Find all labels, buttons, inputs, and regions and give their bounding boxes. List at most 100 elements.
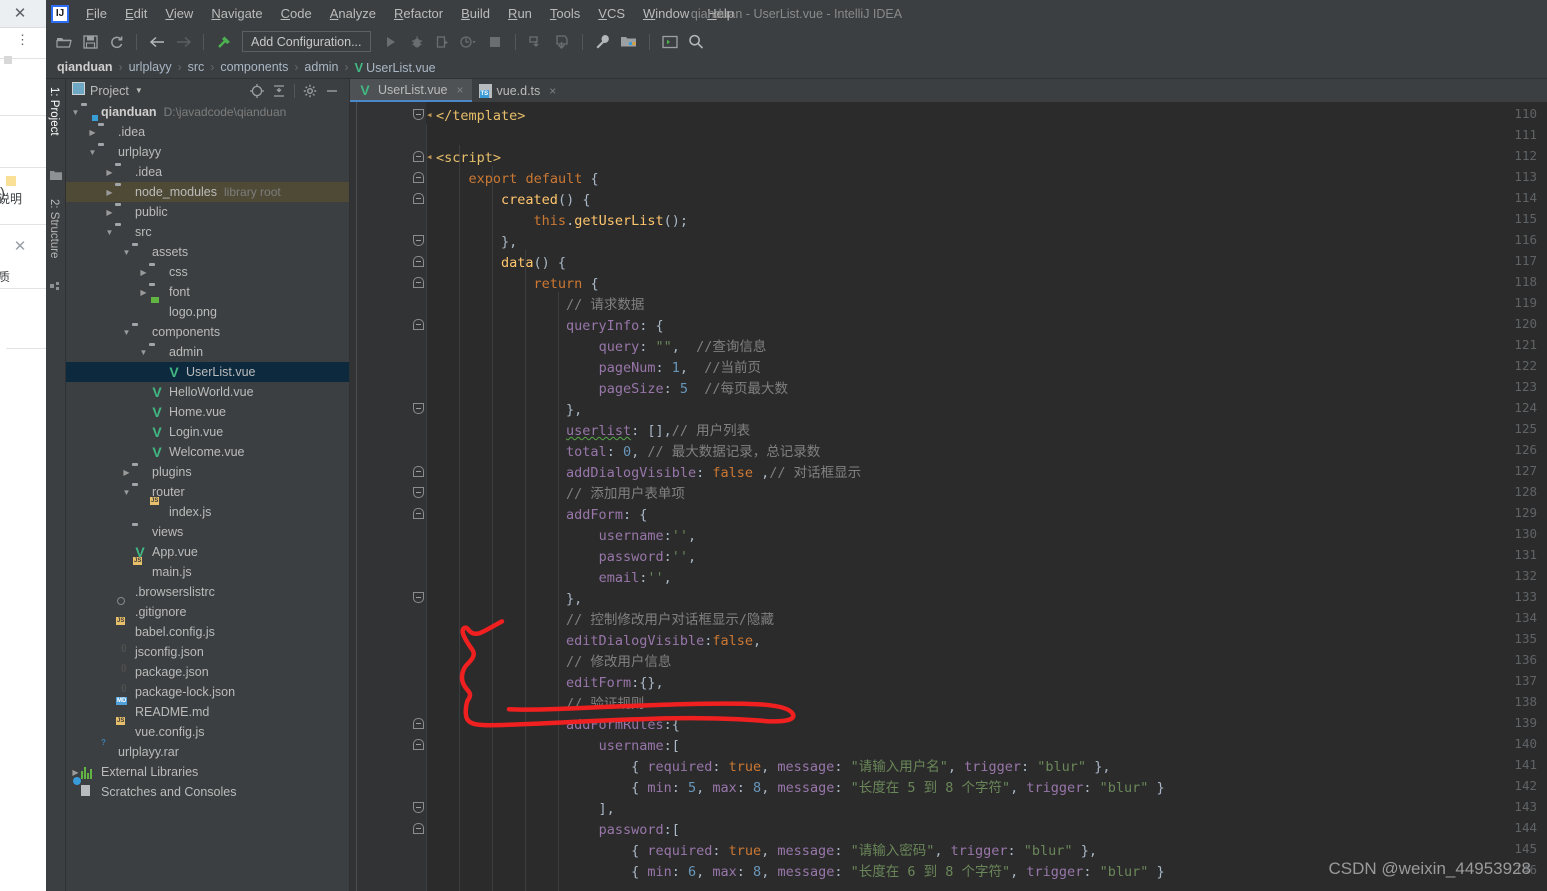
menu-item-refactor[interactable]: Refactor bbox=[385, 4, 452, 23]
close-icon-2[interactable]: ✕ bbox=[11, 238, 29, 256]
menu-item-build[interactable]: Build bbox=[452, 4, 499, 23]
fold-toggle-120[interactable] bbox=[413, 319, 424, 330]
menu-item-edit[interactable]: Edit bbox=[116, 4, 156, 23]
tree-item-home-vue[interactable]: ▶V Home.vue bbox=[66, 402, 349, 422]
tool-tab-structure[interactable]: 2: Structure bbox=[48, 199, 60, 258]
menu-item-run[interactable]: Run bbox=[499, 4, 541, 23]
breadcrumb-item-components[interactable]: components bbox=[216, 60, 292, 74]
chevron-right-icon[interactable]: ▶ bbox=[121, 468, 132, 477]
back-arrow-icon[interactable] bbox=[145, 31, 169, 53]
wrench-icon[interactable] bbox=[591, 31, 615, 53]
chevron-down-icon[interactable]: ▼ bbox=[121, 328, 132, 337]
breadcrumb-item-src[interactable]: src bbox=[184, 60, 209, 74]
fold-toggle-139[interactable] bbox=[413, 718, 424, 729]
tree-item-admin[interactable]: ▼ admin bbox=[66, 342, 349, 362]
tree-item--idea[interactable]: ▶ .idea bbox=[66, 162, 349, 182]
chevron-down-icon[interactable]: ▼ bbox=[70, 108, 81, 117]
menu-item-tools[interactable]: Tools bbox=[541, 4, 589, 23]
chevron-down-icon[interactable]: ▼ bbox=[138, 348, 149, 357]
tool-tab-project[interactable]: 1: Project bbox=[48, 87, 60, 136]
tree-item-login-vue[interactable]: ▶V Login.vue bbox=[66, 422, 349, 442]
breadcrumb-item-qianduan[interactable]: qianduan bbox=[53, 60, 117, 74]
fold-toggle-114[interactable] bbox=[413, 193, 424, 204]
fold-toggle-118[interactable] bbox=[413, 277, 424, 288]
project-tree[interactable]: ▼ qianduan D:\javadcode\qianduan ▶ .idea ▼ url… bbox=[66, 102, 349, 891]
fold-toggle-133[interactable] bbox=[413, 592, 424, 603]
close-icon[interactable]: × bbox=[456, 83, 463, 97]
chevron-down-icon[interactable]: ▼ bbox=[135, 86, 143, 95]
tree-item--browserslistrc[interactable]: ▶.browserslistrc bbox=[66, 582, 349, 602]
chevron-right-icon[interactable]: ▶ bbox=[104, 168, 115, 177]
tree-item-urlplayy[interactable]: ▼ urlplayy bbox=[66, 142, 349, 162]
tree-item-package-lock-json[interactable]: ▶ package-lock.json bbox=[66, 682, 349, 702]
tree-item-plugins[interactable]: ▶ plugins bbox=[66, 462, 349, 482]
tree-item-helloworld-vue[interactable]: ▶V HelloWorld.vue bbox=[66, 382, 349, 402]
tree-item-readme-md[interactable]: ▶MDREADME.md bbox=[66, 697, 349, 722]
hammer-icon[interactable] bbox=[212, 31, 236, 53]
tree-item-css[interactable]: ▶ css bbox=[66, 262, 349, 282]
tree-item-userlist-vue[interactable]: ▶V UserList.vue bbox=[66, 362, 349, 382]
breadcrumb-item-urlplayy[interactable]: urlplayy bbox=[125, 60, 176, 74]
tree-item-jsconfig-json[interactable]: ▶ jsconfig.json bbox=[66, 642, 349, 662]
locate-file-icon[interactable] bbox=[246, 81, 268, 101]
fold-toggle-117[interactable] bbox=[413, 256, 424, 267]
tree-item-app-vue[interactable]: ▶VApp.vue bbox=[66, 542, 349, 562]
project-structure-icon[interactable] bbox=[617, 31, 641, 53]
chevron-right-icon[interactable]: ▶ bbox=[104, 208, 115, 217]
close-icon[interactable]: ✕ bbox=[11, 5, 29, 23]
fold-toggle-129[interactable] bbox=[413, 508, 424, 519]
menu-item-view[interactable]: View bbox=[156, 4, 202, 23]
tree-item-logo-png[interactable]: ▶ logo.png bbox=[66, 302, 349, 322]
chevron-right-icon[interactable]: ▶ bbox=[138, 268, 149, 277]
tree-item-qianduan[interactable]: ▼ qianduan D:\javadcode\qianduan bbox=[66, 102, 349, 122]
menu-item-file[interactable]: File bbox=[77, 4, 116, 23]
collapse-all-icon[interactable] bbox=[268, 81, 290, 101]
tree-item-components[interactable]: ▼ components bbox=[66, 322, 349, 342]
tree-item-vue-config-js[interactable]: ▶JSvue.config.js bbox=[66, 717, 349, 742]
fold-toggle-127[interactable] bbox=[413, 466, 424, 477]
tree-item-index-js[interactable]: ▶JSindex.js bbox=[66, 497, 349, 522]
tree-item-welcome-vue[interactable]: ▶V Welcome.vue bbox=[66, 442, 349, 462]
refresh-icon[interactable] bbox=[104, 31, 128, 53]
menu-item-vcs[interactable]: VCS bbox=[589, 4, 634, 23]
search-everywhere-icon[interactable] bbox=[684, 31, 708, 53]
chevron-right-icon[interactable]: ▶ bbox=[70, 768, 81, 777]
menu-item-window[interactable]: Window bbox=[634, 4, 698, 23]
fold-toggle-128[interactable] bbox=[413, 487, 424, 498]
fold-toggle-124[interactable] bbox=[413, 403, 424, 414]
terminal-icon[interactable] bbox=[658, 31, 682, 53]
chevron-right-icon[interactable]: ▶ bbox=[104, 188, 115, 197]
tree-item--idea[interactable]: ▶ .idea bbox=[66, 122, 349, 142]
save-icon[interactable] bbox=[78, 31, 102, 53]
tree-item-package-json[interactable]: ▶ package.json bbox=[66, 662, 349, 682]
menu-item-code[interactable]: Code bbox=[272, 4, 321, 23]
tree-item--gitignore[interactable]: ▶.gitignore bbox=[66, 597, 349, 622]
breadcrumb-item-admin[interactable]: admin bbox=[300, 60, 342, 74]
chevron-down-icon[interactable]: ▼ bbox=[87, 148, 98, 157]
tree-item-babel-config-js[interactable]: ▶JSbabel.config.js bbox=[66, 617, 349, 642]
tree-item-public[interactable]: ▶ public bbox=[66, 202, 349, 222]
breadcrumb-item-userlist-vue[interactable]: V UserList.vue bbox=[350, 60, 439, 75]
code-text[interactable]: </template> <script> export default { cre… bbox=[426, 102, 1547, 891]
tree-item-main-js[interactable]: ▶JSmain.js bbox=[66, 557, 349, 582]
menu-item-analyze[interactable]: Analyze bbox=[321, 4, 385, 23]
code-area[interactable]: 110 ◂ 111 112 ◂ 113 114 115 116 117 118 119 120 121 12… bbox=[350, 102, 1547, 891]
tree-item-views[interactable]: ▶ views bbox=[66, 522, 349, 542]
hide-panel-icon[interactable] bbox=[321, 81, 343, 101]
tree-item-scratches-and-consoles[interactable]: ▶ Scratches and Consoles bbox=[66, 782, 349, 802]
fold-toggle-112[interactable] bbox=[413, 151, 424, 162]
run-configuration-selector[interactable]: Add Configuration... bbox=[242, 31, 371, 52]
chevron-down-icon[interactable]: ▼ bbox=[121, 488, 132, 497]
chevron-right-icon[interactable]: ▶ bbox=[87, 128, 98, 137]
fold-toggle-110[interactable] bbox=[413, 109, 424, 120]
tree-item-node-modules[interactable]: ▶ node_modules library root bbox=[66, 182, 349, 202]
more-vertical-icon[interactable]: ⋮ bbox=[16, 33, 29, 46]
tree-item-assets[interactable]: ▼ assets bbox=[66, 242, 349, 262]
menu-item-navigate[interactable]: Navigate bbox=[202, 4, 271, 23]
fold-toggle-143[interactable] bbox=[413, 802, 424, 813]
editor-tab-vue-d-ts[interactable]: TS vue.d.ts × bbox=[472, 79, 565, 102]
tree-item-urlplayy-rar[interactable]: ▶ urlplayy.rar bbox=[66, 742, 349, 762]
chevron-right-icon[interactable]: ▶ bbox=[138, 288, 149, 297]
fold-toggle-140[interactable] bbox=[413, 739, 424, 750]
gear-icon[interactable] bbox=[299, 81, 321, 101]
